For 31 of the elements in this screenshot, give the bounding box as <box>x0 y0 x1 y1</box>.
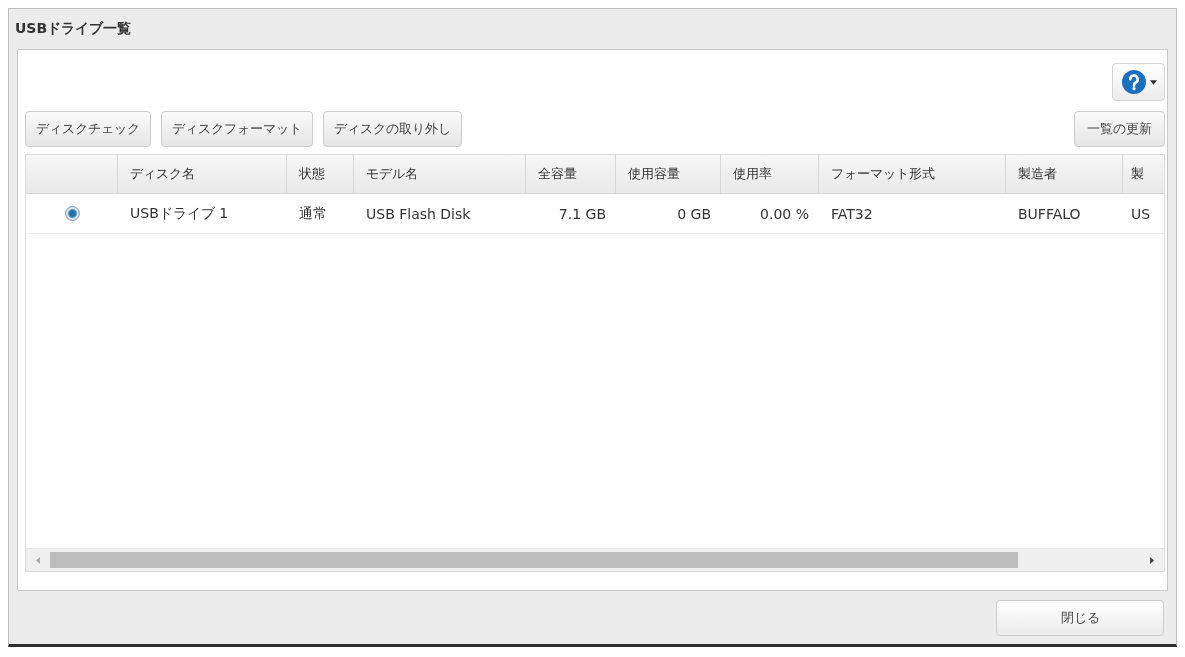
column-header[interactable]: モデル名 <box>354 155 526 193</box>
horizontal-scrollbar[interactable] <box>26 548 1164 571</box>
table-cell-text: 0.00 % <box>759 204 810 224</box>
radio-button[interactable] <box>64 206 80 221</box>
scroll-right-icon[interactable] <box>1150 556 1154 564</box>
toolbar-button[interactable]: ディスクチェック <box>25 111 151 147</box>
refresh-button[interactable]: 一覧の更新 <box>1074 111 1165 147</box>
help-icon <box>1122 70 1146 94</box>
column-header[interactable]: フォーマット形式 <box>819 155 1006 193</box>
table-cell-text: 7.1 GB <box>557 204 607 224</box>
toolbar-button[interactable]: ディスクフォーマット <box>161 111 313 147</box>
column-header[interactable]: 使用率 <box>721 155 819 193</box>
table-cell-text: USB Flash Disk <box>365 204 472 224</box>
column-header[interactable]: ディスク名 <box>118 155 287 193</box>
column-header[interactable]: 製 <box>1123 155 1164 193</box>
close-button[interactable]: 閉じる <box>996 599 1164 636</box>
dialog-title: USBドライブ一覧 <box>15 20 132 38</box>
table-cell-text: 0 GB <box>676 204 712 224</box>
table-cell-text: US <box>1130 204 1152 224</box>
column-header[interactable]: 製造者 <box>1006 155 1123 193</box>
scrollbar-thumb[interactable] <box>50 552 1018 568</box>
table-cell-text: FAT32 <box>830 204 874 224</box>
help-button[interactable] <box>1112 63 1165 101</box>
toolbar-button[interactable]: ディスクの取り外し <box>323 111 462 147</box>
table-cell-text: BUFFALO <box>1017 204 1082 224</box>
column-header[interactable]: 使用容量 <box>616 155 721 193</box>
table-cell-text: USBドライブ 1 <box>129 203 230 223</box>
table-cell-text: 通常 <box>298 203 328 223</box>
caret-icon <box>1150 79 1157 85</box>
column-header[interactable]: 状態 <box>287 155 354 193</box>
column-header[interactable]: 全容量 <box>526 155 616 193</box>
